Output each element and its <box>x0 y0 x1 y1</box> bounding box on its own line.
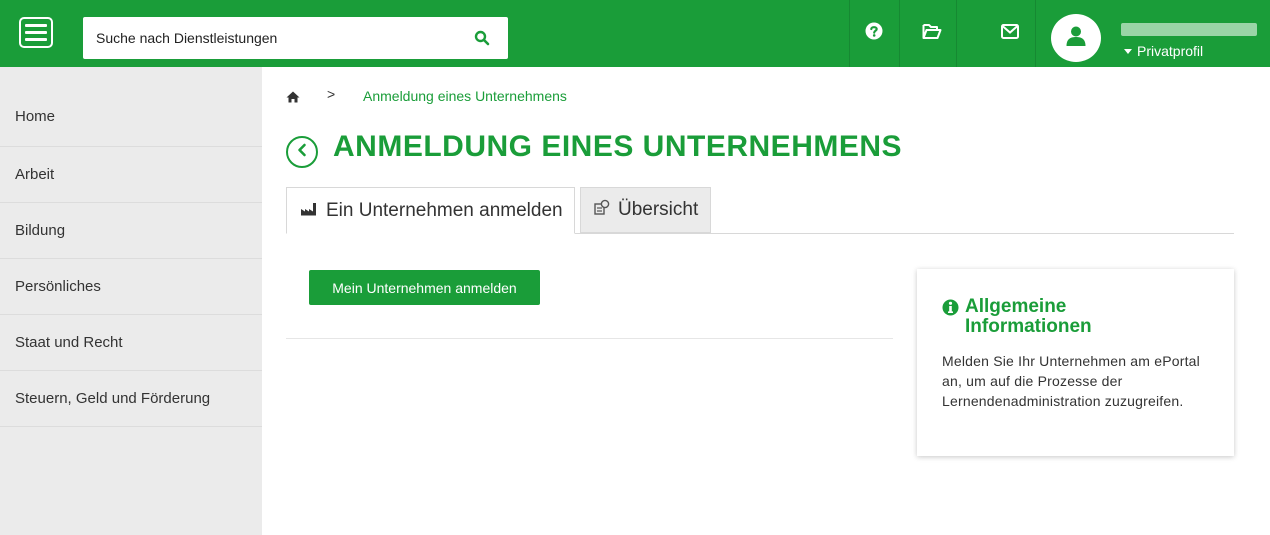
top-bar: Privatprofil <box>0 0 1270 67</box>
back-button[interactable] <box>286 136 318 168</box>
home-icon[interactable] <box>286 90 300 103</box>
info-card-title: Allgemeine Informationen <box>965 296 1092 337</box>
breadcrumb-current[interactable]: Anmeldung eines Unternehmens <box>363 88 567 104</box>
info-card: Allgemeine Informationen Melden Sie Ihr … <box>917 269 1234 456</box>
sidebar-item-home[interactable]: Home <box>0 67 262 147</box>
folder-icon <box>922 23 942 45</box>
mail-button[interactable] <box>985 0 1035 67</box>
tab-register-company[interactable]: Ein Unternehmen anmelden <box>286 187 575 234</box>
tab-label: Ein Unternehmen anmelden <box>326 199 563 221</box>
search-box <box>83 17 508 59</box>
sidebar-item-arbeit[interactable]: Arbeit <box>0 147 262 203</box>
help-icon <box>865 22 883 45</box>
profile-label: Privatprofil <box>1137 43 1204 59</box>
sidebar: Home Arbeit Bildung Persönliches Staat u… <box>0 67 262 535</box>
menu-button[interactable] <box>19 17 53 48</box>
sidebar-item-bildung[interactable]: Bildung <box>0 203 262 259</box>
register-company-button[interactable]: Mein Unternehmen anmelden <box>309 270 540 305</box>
profile-switcher[interactable]: Privatprofil <box>1124 43 1203 59</box>
help-button[interactable] <box>849 0 899 67</box>
caret-down-icon <box>1124 48 1132 54</box>
info-card-header: Allgemeine Informationen <box>942 297 1214 337</box>
sidebar-item-persoenliches[interactable]: Persönliches <box>0 259 262 315</box>
page-title: ANMELDUNG EINES UNTERNEHMENS <box>333 130 903 163</box>
menu-icon <box>25 24 47 27</box>
tab-label: Übersicht <box>618 199 699 220</box>
folder-button[interactable] <box>907 0 957 67</box>
overview-icon <box>594 199 610 221</box>
factory-icon <box>300 200 318 222</box>
sidebar-item-staat-und-recht[interactable]: Staat und Recht <box>0 315 262 371</box>
info-card-text: Melden Sie Ihr Unternehmen am ePortal an… <box>942 353 1200 409</box>
info-icon <box>942 297 959 321</box>
user-icon <box>1065 25 1087 52</box>
tab-overview[interactable]: Übersicht <box>580 187 711 233</box>
avatar[interactable] <box>1051 14 1101 62</box>
mail-icon <box>1001 23 1019 44</box>
username-redacted <box>1121 23 1257 36</box>
search-icon[interactable] <box>474 30 490 46</box>
chevron-left-icon <box>296 143 308 162</box>
search-input[interactable] <box>83 17 463 59</box>
divider <box>286 338 893 339</box>
breadcrumb-separator: > <box>327 86 336 102</box>
sidebar-item-steuern[interactable]: Steuern, Geld und Förderung <box>0 371 262 427</box>
